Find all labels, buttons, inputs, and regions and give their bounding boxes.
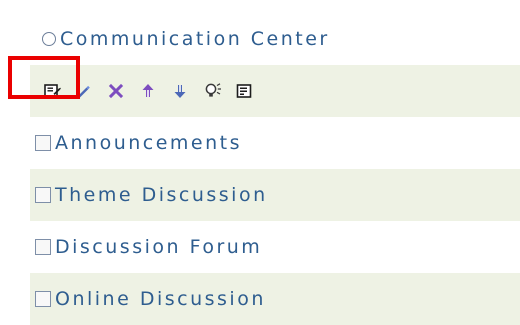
list-item[interactable]: Theme Discussion — [30, 169, 520, 221]
communication-center-header-row[interactable]: Communication Center — [30, 13, 520, 65]
move-up-icon[interactable] — [138, 81, 158, 101]
item-checkbox[interactable] — [35, 239, 51, 255]
delete-icon[interactable] — [106, 81, 126, 101]
communication-center-panel: Communication Center Announcements Theme… — [30, 13, 520, 325]
lightbulb-icon[interactable] — [202, 81, 222, 101]
list-item[interactable]: Announcements — [30, 117, 520, 169]
list-item[interactable]: Discussion Forum — [30, 221, 520, 273]
list-item-label: Online Discussion — [55, 287, 266, 310]
list-item-label: Discussion Forum — [55, 235, 263, 258]
move-down-icon[interactable] — [170, 81, 190, 101]
item-checkbox[interactable] — [35, 135, 51, 151]
view-icon[interactable] — [234, 81, 254, 101]
item-checkbox[interactable] — [35, 291, 51, 307]
communication-center-radio[interactable] — [42, 32, 56, 46]
list-item-label: Theme Discussion — [55, 183, 268, 206]
edit-icon[interactable] — [42, 81, 62, 101]
toolbar — [30, 65, 520, 117]
communication-center-title: Communication Center — [60, 27, 330, 50]
pencil-icon[interactable] — [74, 81, 94, 101]
item-checkbox[interactable] — [35, 187, 51, 203]
list-item-label: Announcements — [55, 131, 243, 154]
list-item[interactable]: Online Discussion — [30, 273, 520, 325]
